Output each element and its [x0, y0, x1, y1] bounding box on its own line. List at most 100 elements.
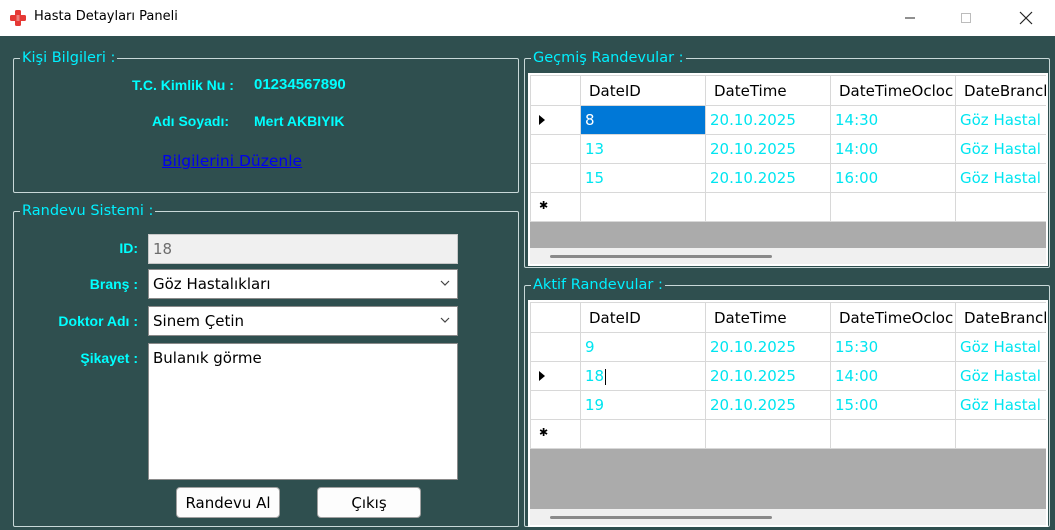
edit-info-link[interactable]: Bilgilerini Düzenle [162, 152, 302, 170]
table-cell[interactable] [580, 419, 706, 449]
scrollbar-thumb[interactable] [550, 516, 772, 519]
table-cell[interactable]: 15:30 [830, 332, 956, 362]
row-header[interactable] [530, 332, 581, 362]
table-cell[interactable]: 14:00 [830, 134, 956, 164]
active-appointments-grid[interactable]: DateID DateTime DateTimeOcloc DateBrancl… [528, 300, 1048, 527]
exit-button[interactable]: Çıkış [317, 487, 421, 518]
row-header[interactable] [530, 361, 581, 391]
row-header[interactable] [530, 390, 581, 420]
text-caret [605, 368, 607, 385]
column-header[interactable]: DateID [580, 75, 706, 106]
row-header[interactable] [530, 163, 581, 193]
maximize-icon [961, 13, 971, 23]
table-cell[interactable]: Göz Hastal [955, 105, 1046, 135]
current-row-icon [539, 115, 545, 125]
close-icon [1019, 11, 1033, 25]
table-cell[interactable]: 19 [580, 390, 706, 420]
column-header[interactable]: DateTime [705, 302, 831, 333]
table-row[interactable]: 9 20.10.2025 15:30 Göz Hastal [530, 332, 1046, 362]
table-cell[interactable] [830, 192, 956, 222]
table-cell[interactable] [955, 192, 1046, 222]
grid-header-row: DateID DateTime DateTimeOcloc DateBrancl [530, 75, 1046, 106]
table-cell[interactable]: 13 [580, 134, 706, 164]
new-row-icon: ✱ [539, 426, 549, 439]
table-cell-editing[interactable]: 18 [580, 361, 706, 391]
branch-select[interactable]: Göz Hastalıkları [148, 269, 458, 299]
name-value: Mert AKBIYIK [254, 113, 345, 129]
table-cell[interactable]: 16:00 [830, 163, 956, 193]
past-appointments-legend: Geçmiş Randevular : [533, 50, 684, 66]
table-cell[interactable]: Göz Hastal [955, 134, 1046, 164]
minimize-button[interactable] [887, 0, 933, 36]
appointment-legend: Randevu Sistemi : [22, 203, 154, 219]
grid-header-row: DateID DateTime DateTimeOcloc DateBrancl [530, 302, 1046, 333]
id-field[interactable]: 18 [148, 234, 458, 264]
row-header[interactable] [530, 105, 581, 135]
table-cell[interactable] [580, 192, 706, 222]
horizontal-scrollbar[interactable] [530, 248, 1046, 264]
table-cell[interactable]: Göz Hastal [955, 332, 1046, 362]
table-cell[interactable]: Göz Hastal [955, 163, 1046, 193]
branch-selected-value: Göz Hastalıkları [153, 275, 271, 293]
table-cell[interactable]: 8 [580, 105, 706, 135]
title-bar: Hasta Detayları Paneli [0, 0, 1055, 36]
table-cell[interactable]: 20.10.2025 [705, 361, 831, 391]
window-title: Hasta Detayları Paneli [34, 9, 178, 24]
table-cell[interactable]: 20.10.2025 [705, 105, 831, 135]
table-cell[interactable] [705, 192, 831, 222]
minimize-icon [905, 17, 915, 19]
row-header[interactable]: ✱ [530, 419, 581, 449]
active-appointments-legend: Aktif Randevular : [533, 277, 663, 293]
table-cell[interactable]: 20.10.2025 [705, 332, 831, 362]
table-row[interactable]: 13 20.10.2025 14:00 Göz Hastal [530, 134, 1046, 164]
complaint-textarea[interactable]: Bulanık görme [148, 343, 458, 480]
table-row[interactable]: 8 20.10.2025 14:30 Göz Hastal [530, 105, 1046, 135]
new-row[interactable]: ✱ [530, 419, 1046, 449]
row-header[interactable]: ✱ [530, 192, 581, 222]
doctor-select[interactable]: Sinem Çetin [148, 306, 458, 336]
complaint-label: Şikayet : [80, 350, 138, 366]
new-row[interactable]: ✱ [530, 192, 1046, 222]
doctor-selected-value: Sinem Çetin [153, 312, 245, 330]
cell-value: 18 [585, 367, 605, 385]
column-header[interactable]: DateTimeOcloc [830, 75, 956, 106]
column-header[interactable]: DateID [580, 302, 706, 333]
person-info-legend: Kişi Bilgileri : [22, 50, 116, 66]
book-appointment-button[interactable]: Randevu Al [176, 487, 280, 518]
table-cell[interactable]: Göz Hastal [955, 390, 1046, 420]
tc-value: 01234567890 [254, 76, 346, 93]
row-header-corner [530, 75, 581, 106]
tc-label: T.C. Kimlik Nu : [132, 77, 234, 93]
table-cell[interactable]: 9 [580, 332, 706, 362]
table-cell[interactable] [705, 419, 831, 449]
new-row-icon: ✱ [539, 199, 549, 212]
table-row[interactable]: 19 20.10.2025 15:00 Göz Hastal [530, 390, 1046, 420]
current-row-icon [539, 371, 545, 381]
red-cross-icon [10, 10, 26, 26]
table-cell[interactable]: Göz Hastal [955, 361, 1046, 391]
row-header-corner [530, 302, 581, 333]
past-appointments-grid[interactable]: DateID DateTime DateTimeOcloc DateBrancl… [528, 73, 1048, 266]
table-cell[interactable]: 20.10.2025 [705, 163, 831, 193]
chevron-down-icon [440, 280, 450, 286]
table-cell[interactable]: 15:00 [830, 390, 956, 420]
column-header[interactable]: DateBrancl [955, 75, 1046, 106]
column-header[interactable]: DateBrancl [955, 302, 1046, 333]
table-cell[interactable] [830, 419, 956, 449]
close-button[interactable] [1003, 0, 1049, 36]
maximize-button[interactable] [943, 0, 989, 36]
table-row[interactable]: 18 20.10.2025 14:00 Göz Hastal [530, 361, 1046, 391]
column-header[interactable]: DateTimeOcloc [830, 302, 956, 333]
table-row[interactable]: 15 20.10.2025 16:00 Göz Hastal [530, 163, 1046, 193]
row-header[interactable] [530, 134, 581, 164]
table-cell[interactable]: 15 [580, 163, 706, 193]
table-cell[interactable]: 20.10.2025 [705, 134, 831, 164]
column-header[interactable]: DateTime [705, 75, 831, 106]
scrollbar-thumb[interactable] [550, 255, 772, 258]
table-cell[interactable]: 14:30 [830, 105, 956, 135]
table-cell[interactable] [955, 419, 1046, 449]
name-label: Adı Soyadı: [152, 113, 230, 129]
table-cell[interactable]: 14:00 [830, 361, 956, 391]
horizontal-scrollbar[interactable] [530, 509, 1046, 525]
table-cell[interactable]: 20.10.2025 [705, 390, 831, 420]
